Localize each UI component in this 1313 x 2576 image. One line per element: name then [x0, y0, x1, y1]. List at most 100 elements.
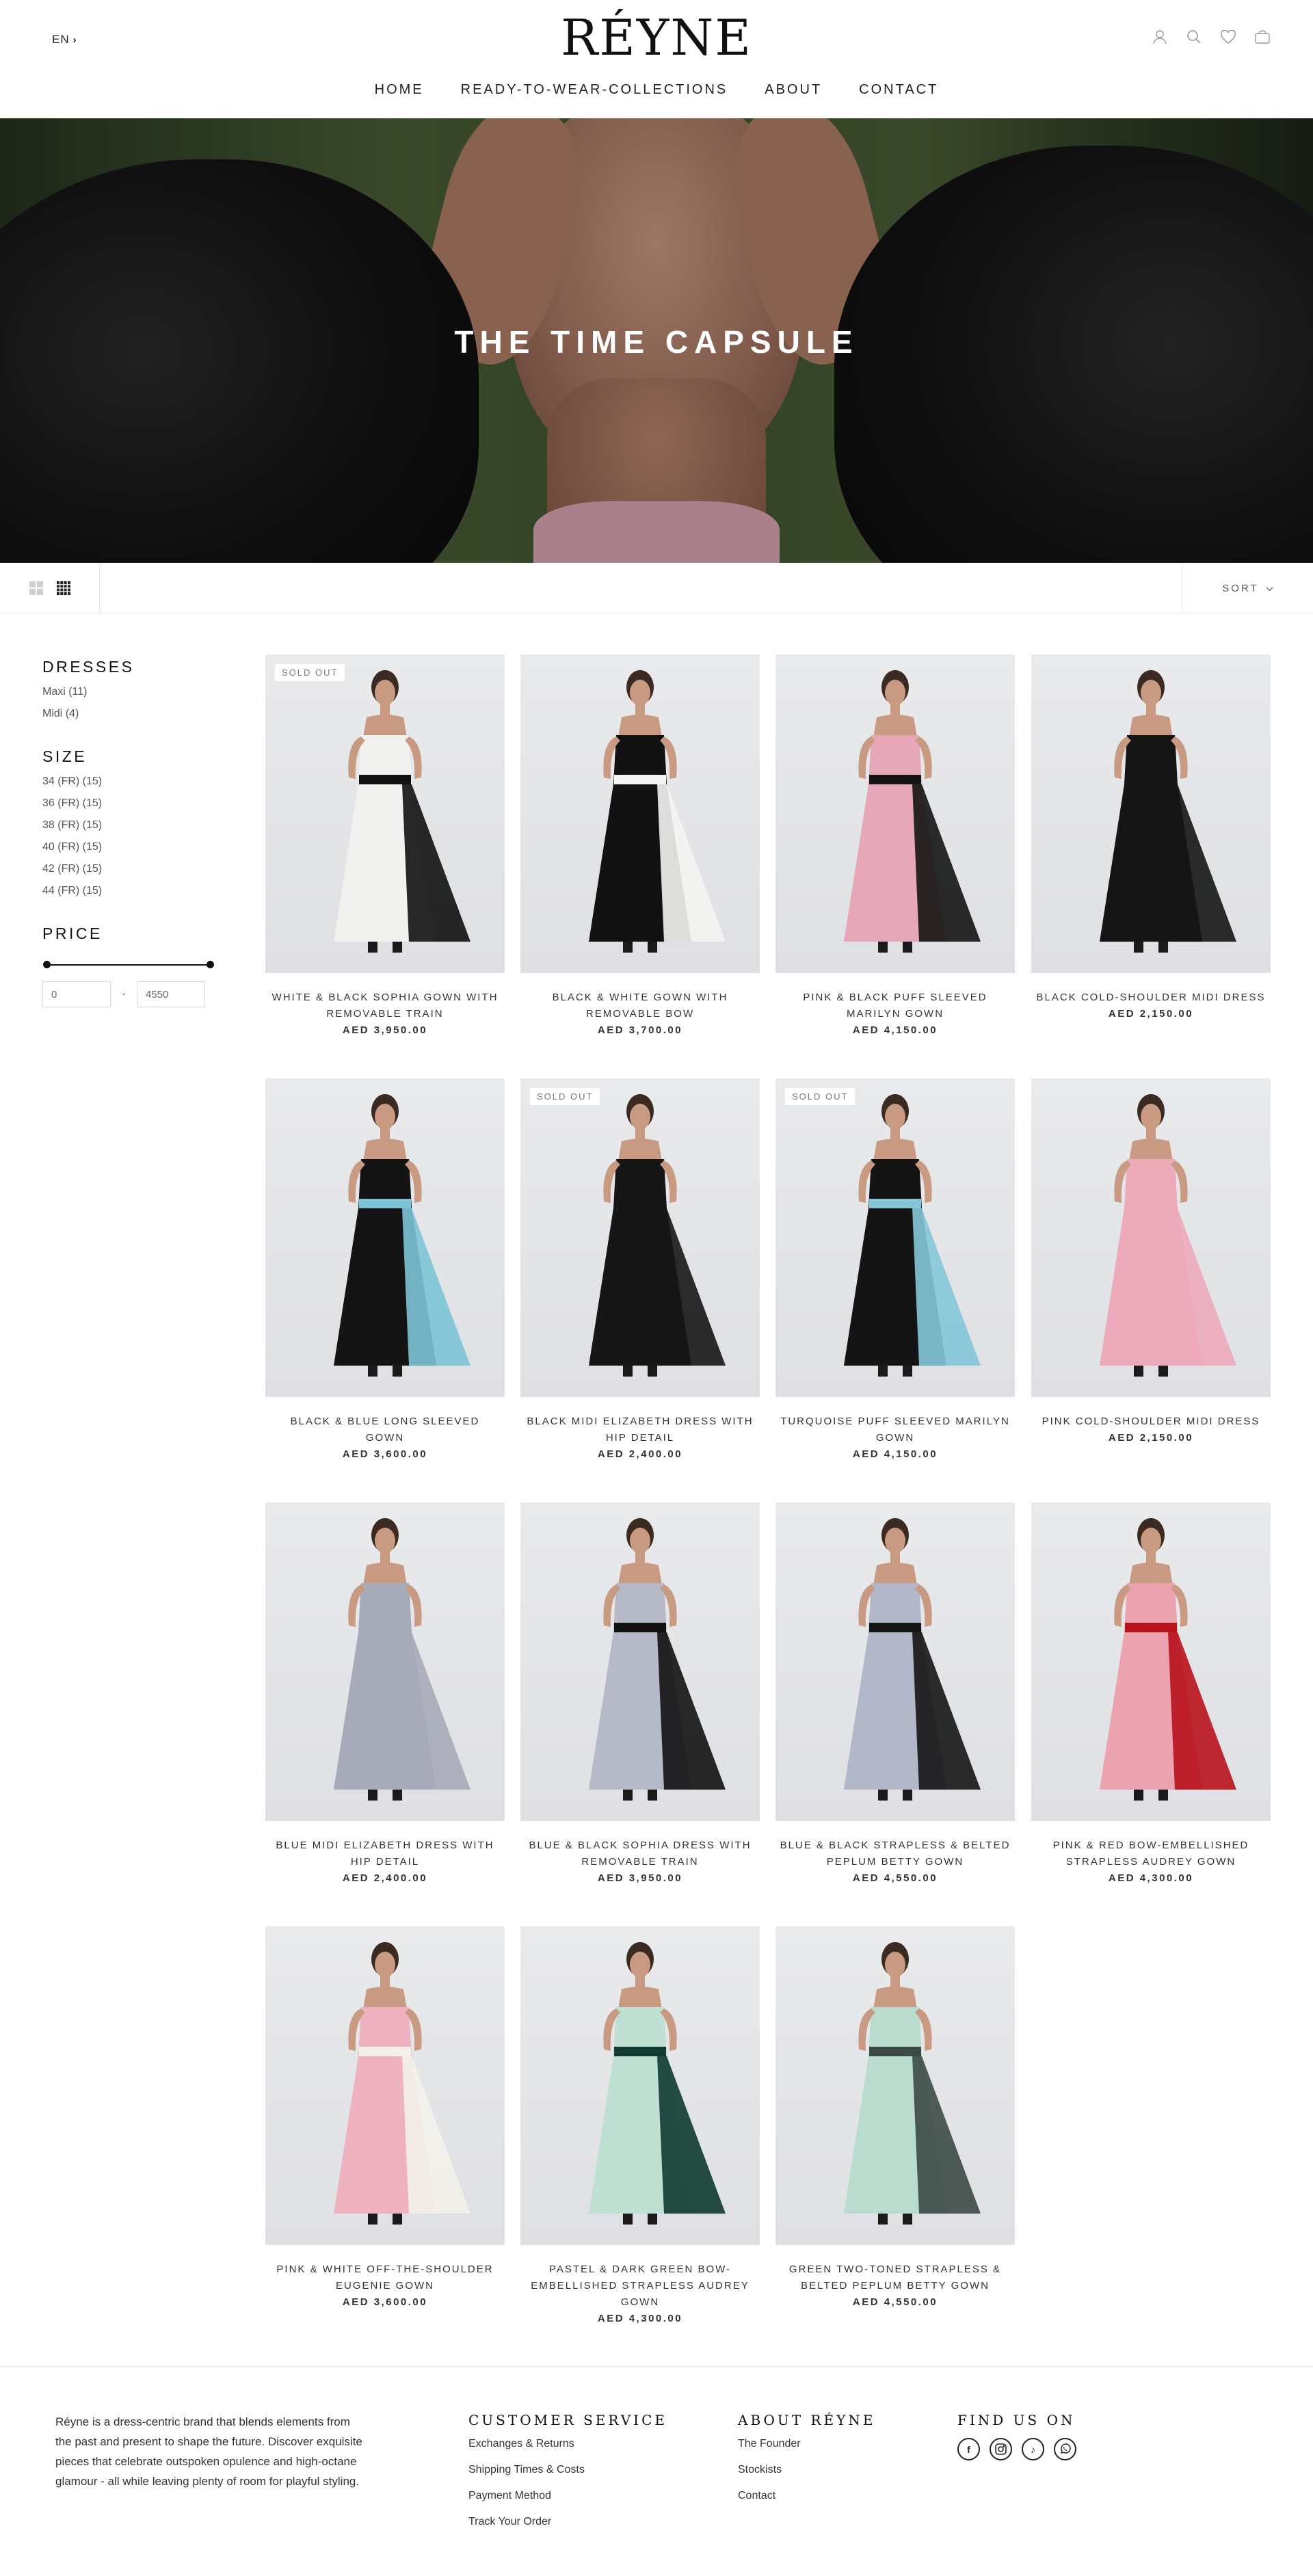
- product-price: AED 3,700.00: [597, 1024, 683, 1036]
- gown-illustration: [589, 1942, 726, 2225]
- footer-link-payment-method[interactable]: Payment Method: [468, 2490, 667, 2502]
- sort-button[interactable]: SORT: [1182, 563, 1313, 613]
- instagram-icon[interactable]: [990, 2438, 1012, 2460]
- product-card[interactable]: BLUE & BLACK SOPHIA DRESS WITH REMOVABLE…: [520, 1502, 760, 1884]
- product-name[interactable]: BLUE MIDI ELIZABETH DRESS WITH HIP DETAI…: [265, 1837, 505, 1870]
- product-card[interactable]: PINK & RED BOW-EMBELLISHED STRAPLESS AUD…: [1031, 1502, 1271, 1884]
- filter-size-40[interactable]: 40 (FR) (15): [42, 841, 234, 853]
- product-name[interactable]: PINK COLD-SHOULDER MIDI DRESS: [1031, 1413, 1271, 1430]
- product-price: AED 2,150.00: [1108, 1432, 1194, 1444]
- product-card[interactable]: BLACK & BLUE LONG SLEEVED GOWN AED 3,600…: [265, 1078, 505, 1460]
- nav-ready-to-wear-collections[interactable]: READY-TO-WEAR-COLLECTIONS: [461, 82, 728, 98]
- collection-title: THE TIME CAPSULE: [454, 324, 859, 360]
- product-card[interactable]: PASTEL & DARK GREEN BOW-EMBELLISHED STRA…: [520, 1926, 760, 2324]
- product-card[interactable]: PINK & WHITE OFF-THE-SHOULDER EUGENIE GO…: [265, 1926, 505, 2308]
- product-image[interactable]: [775, 654, 1015, 973]
- brand-logo[interactable]: RÉYNE: [0, 10, 1313, 65]
- product-price: AED 3,950.00: [342, 1024, 428, 1036]
- cart-bag-icon[interactable]: [1253, 27, 1272, 47]
- gown-illustration: [844, 1094, 981, 1377]
- price-min-input[interactable]: [42, 981, 111, 1007]
- product-name[interactable]: PASTEL & DARK GREEN BOW-EMBELLISHED STRA…: [520, 2261, 760, 2311]
- facebook-icon[interactable]: f: [957, 2438, 980, 2460]
- filter-size-44[interactable]: 44 (FR) (15): [42, 885, 234, 897]
- product-image[interactable]: SOLD OUT: [520, 1078, 760, 1397]
- product-name[interactable]: GREEN TWO-TONED STRAPLESS & BELTED PEPLU…: [775, 2261, 1015, 2294]
- product-image[interactable]: [520, 654, 760, 973]
- filter-midi[interactable]: Midi (4): [42, 708, 234, 720]
- price-slider-min-handle[interactable]: [43, 961, 51, 968]
- product-image[interactable]: [265, 1078, 505, 1397]
- price-slider-track: [46, 964, 210, 966]
- footer-link-contact[interactable]: Contact: [738, 2490, 875, 2502]
- product-image[interactable]: [775, 1926, 1015, 2245]
- account-icon[interactable]: [1150, 27, 1169, 47]
- product-card[interactable]: BLUE & BLACK STRAPLESS & BELTED PEPLUM B…: [775, 1502, 1015, 1884]
- footer-about-reyne: ABOUT RÉYNE The Founder Stockists Contac…: [738, 2412, 875, 2516]
- footer-link-stockists[interactable]: Stockists: [738, 2464, 875, 2476]
- product-name[interactable]: WHITE & BLACK SOPHIA GOWN WITH REMOVABLE…: [265, 990, 505, 1022]
- product-card[interactable]: BLUE MIDI ELIZABETH DRESS WITH HIP DETAI…: [265, 1502, 505, 1884]
- nav-home[interactable]: HOME: [375, 82, 424, 98]
- product-card[interactable]: BLACK COLD-SHOULDER MIDI DRESS AED 2,150…: [1031, 654, 1271, 1020]
- product-image[interactable]: [1031, 1502, 1271, 1821]
- product-image[interactable]: [265, 1926, 505, 2245]
- product-card[interactable]: BLACK & WHITE GOWN WITH REMOVABLE BOW AE…: [520, 654, 760, 1036]
- product-image[interactable]: [1031, 1078, 1271, 1397]
- filter-group-dresses: DRESSES Maxi (11) Midi (4): [42, 658, 234, 720]
- product-name[interactable]: PINK & RED BOW-EMBELLISHED STRAPLESS AUD…: [1031, 1837, 1271, 1870]
- product-image[interactable]: [520, 1502, 760, 1821]
- product-name[interactable]: BLACK & BLUE LONG SLEEVED GOWN: [265, 1413, 505, 1446]
- footer-link-exchanges-returns[interactable]: Exchanges & Returns: [468, 2438, 667, 2450]
- wishlist-heart-icon[interactable]: [1219, 27, 1238, 47]
- product-image[interactable]: [1031, 654, 1271, 973]
- product-card[interactable]: SOLD OUT WHITE & BLACK SOPHIA GOWN WITH …: [265, 654, 505, 1036]
- filter-size-36[interactable]: 36 (FR) (15): [42, 797, 234, 810]
- footer-link-founder[interactable]: The Founder: [738, 2438, 875, 2450]
- product-name[interactable]: PINK & WHITE OFF-THE-SHOULDER EUGENIE GO…: [265, 2261, 505, 2294]
- gown-illustration: [844, 1518, 981, 1801]
- gown-illustration: [334, 1942, 470, 2225]
- filter-size-38[interactable]: 38 (FR) (15): [42, 819, 234, 832]
- sort-label: SORT: [1222, 582, 1259, 594]
- filter-title-price: PRICE: [42, 925, 103, 942]
- product-name[interactable]: BLACK COLD-SHOULDER MIDI DRESS: [1031, 990, 1271, 1006]
- footer-link-track-order[interactable]: Track Your Order: [468, 2516, 667, 2528]
- footer-heading-about: ABOUT RÉYNE: [738, 2412, 876, 2428]
- product-image[interactable]: [775, 1502, 1015, 1821]
- product-image[interactable]: [265, 1502, 505, 1821]
- product-name[interactable]: BLUE & BLACK STRAPLESS & BELTED PEPLUM B…: [775, 1837, 1015, 1870]
- nav-contact[interactable]: CONTACT: [859, 82, 938, 98]
- grid-2-view-icon[interactable]: [29, 581, 43, 595]
- product-card[interactable]: SOLD OUT BLACK MIDI ELIZABETH DRESS WITH…: [520, 1078, 760, 1460]
- filter-size-42[interactable]: 42 (FR) (15): [42, 863, 234, 875]
- product-name[interactable]: PINK & BLACK PUFF SLEEVED MARILYN GOWN: [775, 990, 1015, 1022]
- product-price: AED 4,550.00: [852, 2296, 938, 2308]
- price-range-slider[interactable]: [43, 958, 217, 972]
- product-image[interactable]: SOLD OUT: [775, 1078, 1015, 1397]
- product-name[interactable]: TURQUOISE PUFF SLEEVED MARILYN GOWN: [775, 1413, 1015, 1446]
- product-image[interactable]: SOLD OUT: [265, 654, 505, 973]
- product-card[interactable]: PINK COLD-SHOULDER MIDI DRESS AED 2,150.…: [1031, 1078, 1271, 1444]
- price-slider-max-handle[interactable]: [207, 961, 214, 968]
- site-header: EN › RÉYNE HOME READY-TO-WEAR-COLLECTION…: [0, 0, 1313, 118]
- product-name[interactable]: BLACK MIDI ELIZABETH DRESS WITH HIP DETA…: [520, 1413, 760, 1446]
- product-price: AED 2,400.00: [597, 1448, 683, 1460]
- search-icon[interactable]: [1184, 27, 1204, 47]
- nav-about[interactable]: ABOUT: [765, 82, 822, 98]
- product-card[interactable]: SOLD OUT TURQUOISE PUFF SLEEVED MARILYN …: [775, 1078, 1015, 1460]
- product-card[interactable]: GREEN TWO-TONED STRAPLESS & BELTED PEPLU…: [775, 1926, 1015, 2308]
- product-name[interactable]: BLUE & BLACK SOPHIA DRESS WITH REMOVABLE…: [520, 1837, 760, 1870]
- tiktok-icon[interactable]: ♪: [1022, 2438, 1044, 2460]
- price-max-input[interactable]: [137, 981, 205, 1007]
- product-card[interactable]: PINK & BLACK PUFF SLEEVED MARILYN GOWN A…: [775, 654, 1015, 1036]
- grid-4-view-icon[interactable]: [56, 581, 70, 595]
- whatsapp-icon[interactable]: [1054, 2438, 1076, 2460]
- footer-link-shipping[interactable]: Shipping Times & Costs: [468, 2464, 667, 2476]
- filter-maxi[interactable]: Maxi (11): [42, 686, 234, 698]
- product-image[interactable]: [520, 1926, 760, 2245]
- product-price: AED 3,600.00: [342, 2296, 428, 2308]
- site-footer: Réyne is a dress-centric brand that blen…: [0, 2366, 1313, 2576]
- product-name[interactable]: BLACK & WHITE GOWN WITH REMOVABLE BOW: [520, 990, 760, 1022]
- filter-size-34[interactable]: 34 (FR) (15): [42, 775, 234, 788]
